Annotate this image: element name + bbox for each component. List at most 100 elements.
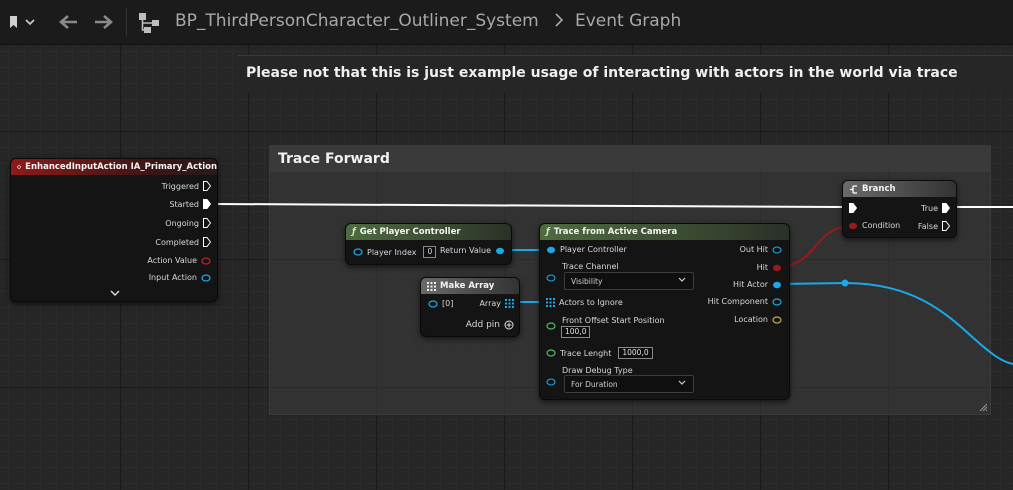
pin-label: Completed — [155, 237, 199, 247]
graph-hierarchy-icon — [139, 13, 159, 33]
pin-label: Player Index — [367, 247, 417, 257]
object-pin-icon[interactable] — [772, 281, 782, 289]
event-diamond-icon — [17, 164, 22, 170]
pin-label: Array — [479, 299, 501, 308]
add-circle-icon[interactable] — [504, 320, 514, 330]
comment-title-bar[interactable]: Trace Forward — [270, 146, 990, 172]
enum-pin-icon[interactable] — [546, 378, 556, 386]
pin-triggered[interactable]: Triggered — [158, 181, 211, 191]
add-pin-label: Add pin — [465, 320, 500, 330]
pin-trace-length[interactable]: Trace Lenght 1000,0 — [546, 347, 653, 359]
object-pin-icon[interactable] — [546, 246, 556, 254]
pin-label: Hit Actor — [733, 280, 768, 289]
branch-header[interactable]: Branch — [843, 181, 956, 197]
resize-grip-icon[interactable] — [979, 403, 987, 411]
trace-node-header[interactable]: ƒ Trace from Active Camera — [540, 224, 789, 240]
pin-label: Return Value — [439, 246, 491, 255]
event-node-title: EnhancedInputAction IA_Primary_Action — [25, 162, 217, 172]
pin-player-index[interactable]: Player Index 0 — [353, 246, 437, 258]
breadcrumb-blueprint[interactable]: BP_ThirdPersonCharacter_Outliner_System — [175, 11, 539, 31]
array-pin-icon[interactable] — [505, 299, 514, 308]
enhanced-input-action-node[interactable]: EnhancedInputAction IA_Primary_Action Tr… — [10, 158, 218, 302]
event-node-header[interactable]: EnhancedInputAction IA_Primary_Action — [11, 159, 217, 175]
object-pin-icon[interactable] — [201, 273, 211, 282]
note-comment-box[interactable]: Please not that this is just example usa… — [238, 55, 1013, 92]
pin-completed[interactable]: Completed — [151, 237, 211, 247]
breadcrumb-current-graph[interactable]: Event Graph — [575, 11, 681, 31]
draw-debug-dropdown[interactable]: For Duration — [564, 375, 694, 393]
pin-label: True — [921, 203, 938, 213]
get-player-controller-node[interactable]: ƒ Get Player Controller Player Index 0 R… — [345, 223, 512, 265]
forward-button[interactable] — [90, 8, 118, 36]
exec-pin-icon[interactable] — [203, 199, 211, 209]
action-value-pin-icon[interactable] — [201, 256, 211, 265]
bookmark-icon — [10, 16, 17, 28]
float-pin-icon[interactable] — [546, 349, 556, 357]
pin-hit-component[interactable]: Hit Component — [704, 297, 782, 306]
trace-channel-dropdown[interactable]: Visibility — [564, 272, 694, 290]
exec-pin-icon[interactable] — [942, 221, 950, 231]
get-player-controller-header[interactable]: ƒ Get Player Controller — [346, 224, 511, 240]
pin-label: Input Action — [148, 273, 197, 282]
chevron-down-icon — [678, 277, 686, 282]
pin-label: Ongoing — [165, 218, 199, 228]
make-array-header[interactable]: Make Array — [421, 278, 519, 294]
branch-title: Branch — [862, 184, 896, 194]
pin-started[interactable]: Started — [165, 199, 211, 209]
exec-pin-icon[interactable] — [203, 237, 211, 247]
array-pin-icon[interactable] — [546, 298, 555, 307]
branch-icon — [850, 184, 857, 194]
exec-pin-icon[interactable] — [203, 181, 211, 191]
back-button[interactable] — [54, 8, 82, 36]
pin-return-value[interactable]: Return Value — [436, 246, 505, 255]
pin-ongoing[interactable]: Ongoing — [161, 218, 211, 228]
branch-node[interactable]: Branch Condition True False — [842, 180, 957, 238]
bookmark-dropdown-button[interactable] — [2, 8, 42, 36]
vector-pin-icon[interactable] — [772, 315, 782, 324]
function-icon: ƒ — [546, 227, 550, 237]
front-offset-label: Front Offset Start Position — [562, 316, 665, 325]
pin-location[interactable]: Location — [730, 315, 782, 324]
pin-action-value[interactable]: Action Value — [143, 256, 211, 265]
object-pin-icon[interactable] — [772, 297, 782, 306]
trace-from-active-camera-node[interactable]: ƒ Trace from Active Camera Player Contro… — [539, 223, 790, 400]
make-array-node[interactable]: Make Array [0] Array Add pin — [420, 277, 520, 337]
player-index-input[interactable]: 0 — [423, 246, 437, 258]
pin-input-action[interactable]: Input Action — [145, 273, 211, 282]
pin-true[interactable]: True — [917, 203, 950, 213]
boolean-pin-icon[interactable] — [772, 264, 782, 272]
toolbar-separator — [126, 8, 127, 36]
expand-chevron-icon[interactable] — [110, 290, 120, 297]
pin-hit[interactable]: Hit — [753, 263, 782, 272]
front-offset-input[interactable]: 100,0 — [561, 326, 591, 338]
pin-condition[interactable]: Condition — [848, 221, 904, 230]
float-pin-icon[interactable] — [546, 322, 556, 330]
trace-node-title: Trace from Active Camera — [553, 227, 678, 237]
pin-label: Triggered — [161, 181, 199, 191]
object-pin-icon[interactable] — [495, 247, 505, 255]
pin-array-element-0[interactable]: [0] — [428, 299, 457, 308]
pin-label: Condition — [862, 221, 901, 230]
pin-label: Hit — [756, 263, 768, 272]
note-comment-text: Please not that this is just example usa… — [246, 65, 958, 81]
boolean-pin-icon[interactable] — [848, 222, 858, 230]
pin-out-hit[interactable]: Out Hit — [736, 245, 782, 254]
pin-hit-actor[interactable]: Hit Actor — [729, 280, 782, 289]
pin-label: Location — [734, 315, 768, 324]
arrow-left-icon — [59, 15, 77, 29]
pin-false[interactable]: False — [914, 221, 950, 231]
pin-actors-to-ignore[interactable]: Actors to Ignore — [546, 298, 627, 307]
pin-array-output[interactable]: Array — [475, 299, 514, 308]
int-pin-icon[interactable] — [353, 248, 363, 256]
pin-label: Draw Debug Type — [562, 366, 633, 375]
array-grid-icon — [427, 281, 436, 291]
trace-length-input[interactable]: 1000,0 — [618, 347, 653, 359]
enum-pin-icon[interactable] — [546, 274, 556, 282]
pin-player-controller[interactable]: Player Controller — [546, 245, 631, 254]
object-pin-icon[interactable] — [428, 299, 438, 308]
add-pin-button[interactable]: Add pin — [462, 320, 514, 330]
exec-pin-icon[interactable] — [203, 218, 211, 228]
exec-pin-icon[interactable] — [849, 203, 857, 213]
struct-pin-icon[interactable] — [772, 245, 782, 254]
exec-pin-icon[interactable] — [942, 203, 950, 213]
